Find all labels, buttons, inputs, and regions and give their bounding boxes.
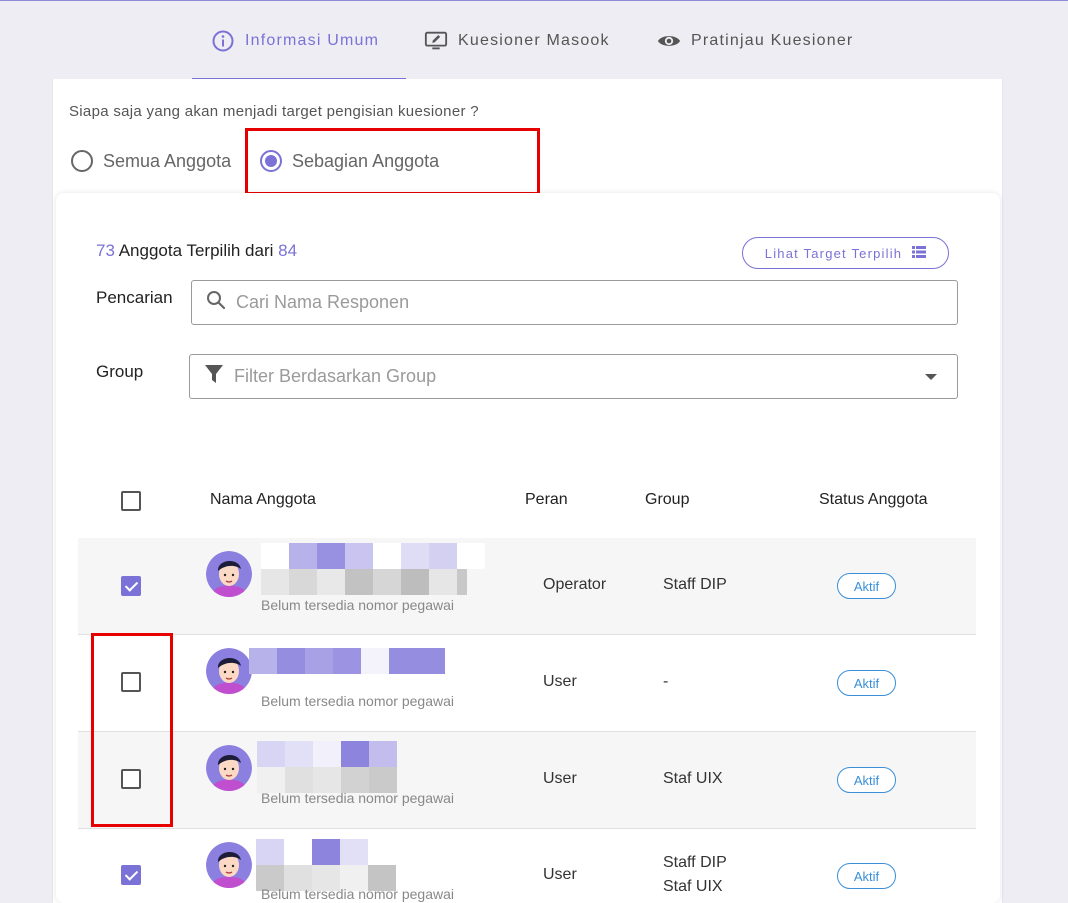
selected-count: 73 bbox=[96, 241, 115, 260]
group-filter-placeholder: Filter Berdasarkan Group bbox=[234, 366, 437, 386]
member-group: Staff DIP bbox=[663, 576, 727, 593]
header-nama-anggota: Nama Anggota bbox=[210, 491, 316, 508]
member-role: Operator bbox=[543, 576, 607, 593]
search-icon bbox=[206, 290, 226, 315]
tab-kuesioner-masook[interactable]: Kuesioner Masook bbox=[424, 1, 610, 80]
group-filter-select[interactable]: Filter Berdasarkan Group bbox=[189, 354, 958, 399]
target-question: Siapa saja yang akan menjadi target peng… bbox=[69, 103, 479, 120]
row-checkbox[interactable] bbox=[121, 672, 141, 692]
member-group: - bbox=[663, 673, 669, 690]
search-label: Pencarian bbox=[96, 288, 173, 307]
view-selected-target-button[interactable]: Lihat Target Terpilih bbox=[742, 237, 949, 269]
row-checkbox[interactable] bbox=[121, 576, 141, 596]
blurred-member-name bbox=[249, 648, 445, 674]
status-badge: Aktif bbox=[837, 670, 896, 696]
view-selected-label: Lihat Target Terpilih bbox=[764, 245, 903, 261]
avatar bbox=[206, 648, 252, 694]
tab-informasi-umum[interactable]: Informasi Umum bbox=[211, 1, 379, 80]
tab-label: Informasi Umum bbox=[245, 31, 380, 49]
employee-number-note: Belum tersedia nomor pegawai bbox=[261, 597, 454, 613]
row-checkbox[interactable] bbox=[121, 769, 141, 789]
status-badge: Aktif bbox=[837, 767, 896, 793]
radio-circle-unchecked[interactable] bbox=[71, 150, 93, 172]
header-group: Group bbox=[645, 491, 690, 508]
blurred-member-name bbox=[261, 543, 485, 595]
search-input[interactable] bbox=[236, 292, 957, 313]
radio-label: Sebagian Anggota bbox=[292, 150, 440, 171]
header-status-anggota: Status Anggota bbox=[819, 491, 928, 508]
employee-number-note: Belum tersedia nomor pegawai bbox=[261, 693, 454, 709]
avatar bbox=[206, 745, 252, 791]
radio-sebagian-anggota[interactable]: Sebagian Anggota bbox=[260, 146, 439, 176]
status-badge: Aktif bbox=[837, 863, 896, 889]
table-row: Belum tersedia nomor pegawai User Staff … bbox=[78, 829, 976, 903]
header-peran: Peran bbox=[525, 491, 568, 508]
tab-label: Pratinjau Kuesioner bbox=[691, 31, 854, 49]
chevron-down-icon bbox=[925, 374, 937, 380]
page: Informasi Umum Kuesioner Masook Pratinja… bbox=[0, 0, 1068, 903]
table-row: Belum tersedia nomor pegawai User - Akti… bbox=[78, 635, 976, 732]
table-row: Belum tersedia nomor pegawai Operator St… bbox=[78, 538, 976, 635]
filter-icon bbox=[204, 363, 224, 390]
member-group: Staf UIX bbox=[663, 770, 723, 787]
row-checkbox[interactable] bbox=[121, 865, 141, 885]
select-all-checkbox[interactable] bbox=[121, 491, 141, 511]
avatar bbox=[206, 842, 252, 888]
total-count: 84 bbox=[278, 241, 298, 260]
employee-number-note: Belum tersedia nomor pegawai bbox=[261, 886, 454, 902]
member-group-secondary: Staf UIX bbox=[663, 878, 723, 895]
tab-bar: Informasi Umum Kuesioner Masook Pratinja… bbox=[0, 0, 1068, 80]
blurred-member-name bbox=[257, 741, 397, 793]
monitor-edit-icon bbox=[424, 29, 448, 53]
status-badge: Aktif bbox=[837, 573, 896, 599]
selected-count-text: Anggota Terpilih dari bbox=[118, 241, 274, 260]
member-role: User bbox=[543, 770, 577, 787]
employee-number-note: Belum tersedia nomor pegawai bbox=[261, 790, 454, 806]
radio-label: Semua Anggota bbox=[103, 150, 232, 171]
member-role: User bbox=[543, 673, 577, 690]
member-group: Staff DIP bbox=[663, 854, 727, 871]
info-icon bbox=[211, 29, 235, 53]
background-right bbox=[1003, 79, 1068, 903]
eye-icon bbox=[657, 29, 681, 53]
list-icon bbox=[912, 245, 927, 261]
search-field[interactable] bbox=[191, 280, 958, 325]
tab-label: Kuesioner Masook bbox=[458, 31, 610, 49]
radio-circle-checked[interactable] bbox=[260, 150, 282, 172]
table-row: Belum tersedia nomor pegawai User Staf U… bbox=[78, 732, 976, 829]
background-left bbox=[0, 79, 52, 903]
radio-semua-anggota[interactable]: Semua Anggota bbox=[71, 146, 231, 176]
member-role: User bbox=[543, 866, 577, 883]
selected-count-line: 73 Anggota Terpilih dari 84 bbox=[96, 241, 297, 261]
tab-pratinjau-kuesioner[interactable]: Pratinjau Kuesioner bbox=[657, 1, 853, 80]
group-label: Group bbox=[96, 362, 144, 381]
avatar bbox=[206, 551, 252, 597]
blurred-member-name bbox=[256, 839, 396, 891]
